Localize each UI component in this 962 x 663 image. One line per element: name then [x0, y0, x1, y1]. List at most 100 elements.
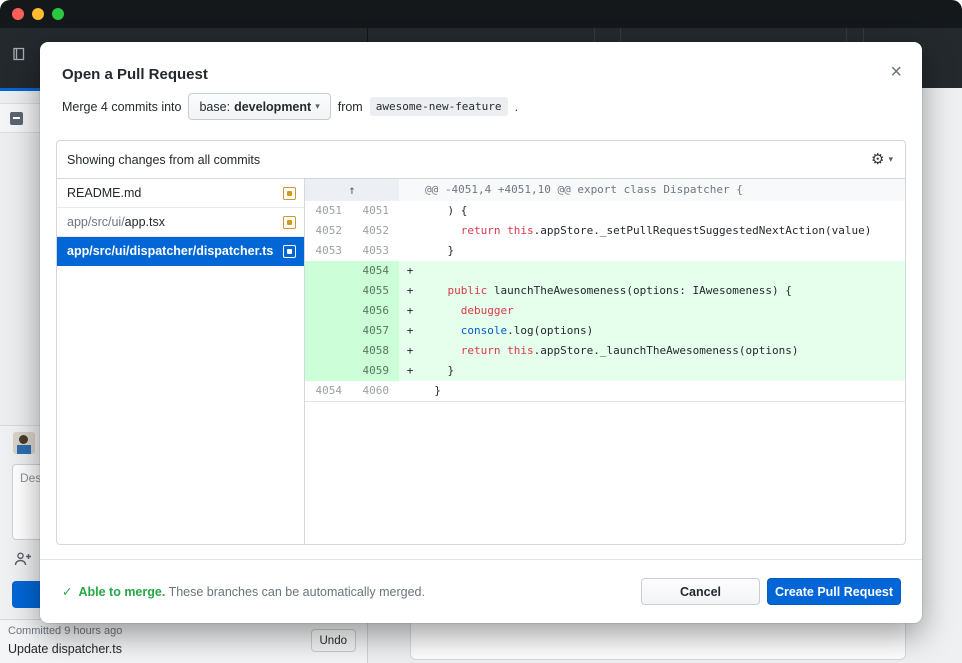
diff-code: }: [421, 381, 905, 401]
diff-line: 4056+ debugger: [305, 301, 905, 321]
new-line-number: 4052: [352, 221, 399, 241]
modified-icon: [283, 187, 296, 200]
diff-code: }: [421, 361, 905, 381]
new-line-number: 4053: [352, 241, 399, 261]
diff-marker: +: [399, 321, 421, 341]
diff-line: 4057+ console.log(options): [305, 321, 905, 341]
modified-icon: [283, 216, 296, 229]
diff-line: 4059+ }: [305, 361, 905, 381]
changes-panel: Showing changes from all commits ⚙ ▾ REA…: [56, 140, 906, 545]
changes-panel-header: Showing changes from all commits ⚙ ▾: [57, 141, 905, 179]
diff-marker: +: [399, 341, 421, 361]
merge-prefix: Merge 4 commits into: [62, 100, 181, 114]
titlebar: [0, 0, 962, 28]
file-name: README.md: [67, 186, 275, 200]
diff-code: }: [421, 241, 905, 261]
diff-code: return this.appStore._launchTheAwesomene…: [421, 341, 905, 361]
base-branch-name: development: [234, 100, 311, 114]
diff-code: [421, 261, 905, 281]
old-line-number: [305, 281, 352, 301]
diff-marker: +: [399, 261, 421, 281]
file-base: dispatcher.ts: [196, 244, 273, 258]
undo-button[interactable]: Undo: [311, 629, 357, 652]
app-window: Desc Committed 9 hours ago Update dispat…: [0, 0, 962, 663]
old-line-number: [305, 321, 352, 341]
diff-line: 40524052 return this.appStore._setPullRe…: [305, 221, 905, 241]
file-row[interactable]: README.md: [57, 179, 304, 208]
merge-status: ✓Able to merge. These branches can be au…: [62, 584, 425, 599]
diff-options-button[interactable]: ⚙ ▾: [871, 152, 893, 167]
changes-panel-body: README.mdapp/src/ui/app.tsxapp/src/ui/di…: [57, 179, 905, 544]
diff-lines: 40514051 ) {40524052 return this.appStor…: [305, 201, 905, 402]
commit-meta: Committed 9 hours ago: [8, 625, 122, 637]
new-line-number: 4055: [352, 281, 399, 301]
merge-suffix: .: [515, 100, 518, 114]
add-coauthor-icon[interactable]: [14, 551, 32, 567]
diff-marker: [399, 221, 421, 241]
file-dir: app/src/ui/dispatcher/: [67, 244, 196, 258]
zoom-window-button[interactable]: [52, 8, 64, 20]
diff-view: ↑ @@ -4051,4 +4051,10 @@ export class Di…: [305, 179, 905, 544]
diff-marker: +: [399, 361, 421, 381]
new-line-number: 4058: [352, 341, 399, 361]
diff-code: return this.appStore._setPullRequestSugg…: [421, 221, 905, 241]
diff-marker: [399, 381, 421, 401]
file-base: README.md: [67, 186, 141, 200]
dialog-footer: ✓Able to merge. These branches can be au…: [40, 559, 922, 623]
old-line-number: 4051: [305, 201, 352, 221]
file-list: README.mdapp/src/ui/app.tsxapp/src/ui/di…: [57, 179, 305, 544]
old-line-number: 4054: [305, 381, 352, 401]
diff-line: 40544060 }: [305, 381, 905, 401]
chevron-down-icon: ▾: [888, 154, 893, 165]
diff-code: public launchTheAwesomeness(options: IAw…: [421, 281, 905, 301]
new-line-number: 4057: [352, 321, 399, 341]
new-line-number: 4059: [352, 361, 399, 381]
file-name: app/src/ui/app.tsx: [67, 215, 275, 229]
close-window-button[interactable]: [12, 8, 24, 20]
base-label: base:: [199, 100, 230, 114]
file-base: app.tsx: [125, 215, 165, 229]
repo-icon: [11, 46, 27, 62]
file-row[interactable]: app/src/ui/dispatcher/dispatcher.ts: [57, 237, 304, 266]
old-line-number: 4053: [305, 241, 352, 261]
new-line-number: 4051: [352, 201, 399, 221]
new-line-number: 4056: [352, 301, 399, 321]
diff-line: 4054+: [305, 261, 905, 281]
hunk-header-text: @@ -4051,4 +4051,10 @@ export class Disp…: [399, 179, 905, 201]
diff-code: ) {: [421, 201, 905, 221]
old-line-number: [305, 261, 352, 281]
old-line-number: [305, 341, 352, 361]
diff-marker: +: [399, 281, 421, 301]
merge-summary: Merge 4 commits into base: development ▾…: [62, 93, 900, 120]
create-pull-request-button[interactable]: Create Pull Request: [767, 578, 901, 605]
diff-line: 4058+ return this.appStore._launchTheAwe…: [305, 341, 905, 361]
old-line-number: [305, 361, 352, 381]
minimize-window-button[interactable]: [32, 8, 44, 20]
undo-commit-bar: Committed 9 hours ago Update dispatcher.…: [0, 619, 367, 663]
diff-line: 40514051 ) {: [305, 201, 905, 221]
merge-status-text: Able to merge.: [78, 585, 165, 599]
expand-hunk-button[interactable]: ↑: [305, 179, 399, 201]
footer-buttons: Cancel Create Pull Request: [641, 578, 901, 605]
cancel-button[interactable]: Cancel: [641, 578, 760, 605]
diff-line: 4055+ public launchTheAwesomeness(option…: [305, 281, 905, 301]
expand-up-icon: ↑: [348, 183, 355, 197]
avatar: [13, 432, 35, 454]
base-branch-button[interactable]: base: development ▾: [188, 93, 330, 120]
new-line-number: 4054: [352, 261, 399, 281]
diff-marker: [399, 241, 421, 261]
new-line-number: 4060: [352, 381, 399, 401]
chevron-down-icon: ▾: [315, 101, 320, 112]
close-dialog-icon[interactable]: ×: [890, 62, 902, 82]
diff-code: console.log(options): [421, 321, 905, 341]
select-all-checkbox[interactable]: [10, 112, 23, 125]
commit-message: Update dispatcher.ts: [8, 642, 122, 656]
file-dir: app/src/ui/: [67, 215, 125, 229]
pull-request-dialog: Open a Pull Request × Merge 4 commits in…: [40, 42, 922, 623]
modified-icon: [283, 245, 296, 258]
gear-icon: ⚙: [871, 152, 884, 167]
merge-status-detail: These branches can be automatically merg…: [169, 585, 425, 599]
diff-marker: [399, 201, 421, 221]
file-row[interactable]: app/src/ui/app.tsx: [57, 208, 304, 237]
from-label: from: [338, 100, 363, 114]
